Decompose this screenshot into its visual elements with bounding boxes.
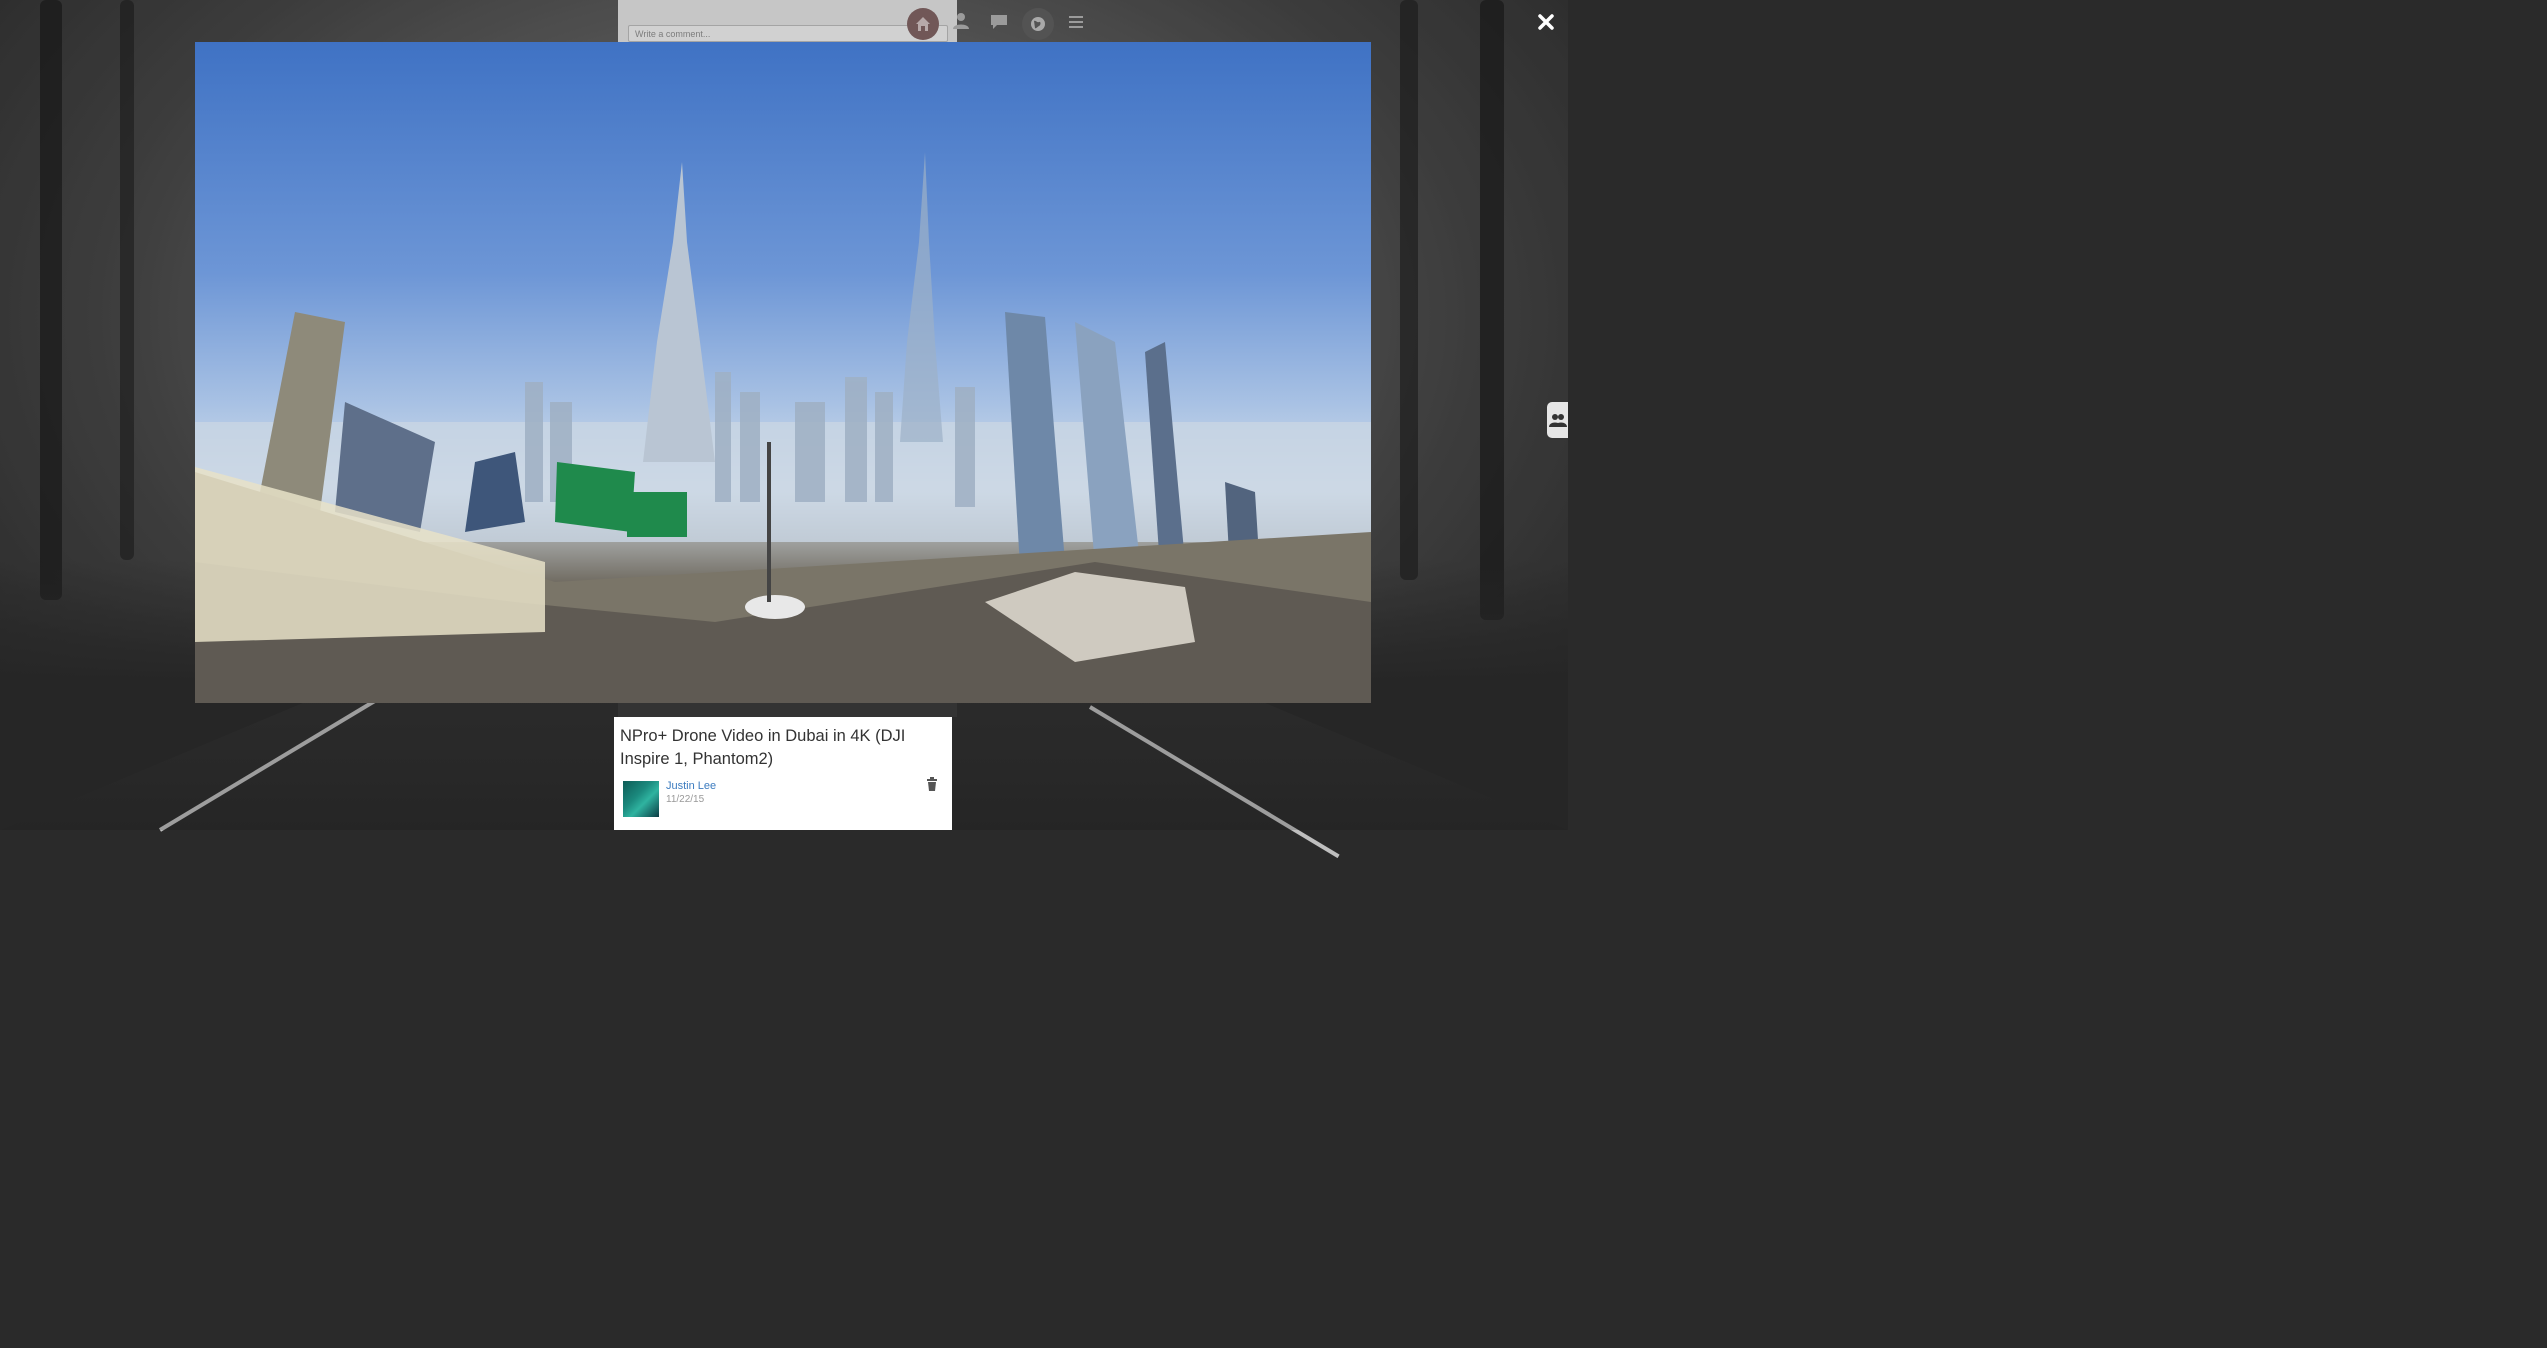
- video-frame-image: [195, 152, 1371, 703]
- users-icon: [1548, 414, 1567, 427]
- author-avatar[interactable]: [623, 781, 659, 817]
- author-row: Justin Lee 11/22/15: [620, 777, 946, 821]
- delete-button[interactable]: [926, 777, 938, 791]
- media-title: NPro+ Drone Video in Dubai in 4K (DJI In…: [620, 727, 906, 768]
- close-icon: [1538, 14, 1554, 30]
- post-date: 11/22/15: [666, 794, 705, 805]
- trash-icon: [927, 777, 937, 791]
- video-player[interactable]: [195, 42, 1371, 703]
- media-caption-card: NPro+ Drone Video in Dubai in 4K (DJI In…: [614, 717, 952, 830]
- video-control-bar[interactable]: [618, 703, 957, 717]
- close-button[interactable]: [1535, 10, 1557, 34]
- friends-side-tab[interactable]: [1547, 402, 1568, 438]
- author-name-link[interactable]: Justin Lee: [666, 780, 716, 792]
